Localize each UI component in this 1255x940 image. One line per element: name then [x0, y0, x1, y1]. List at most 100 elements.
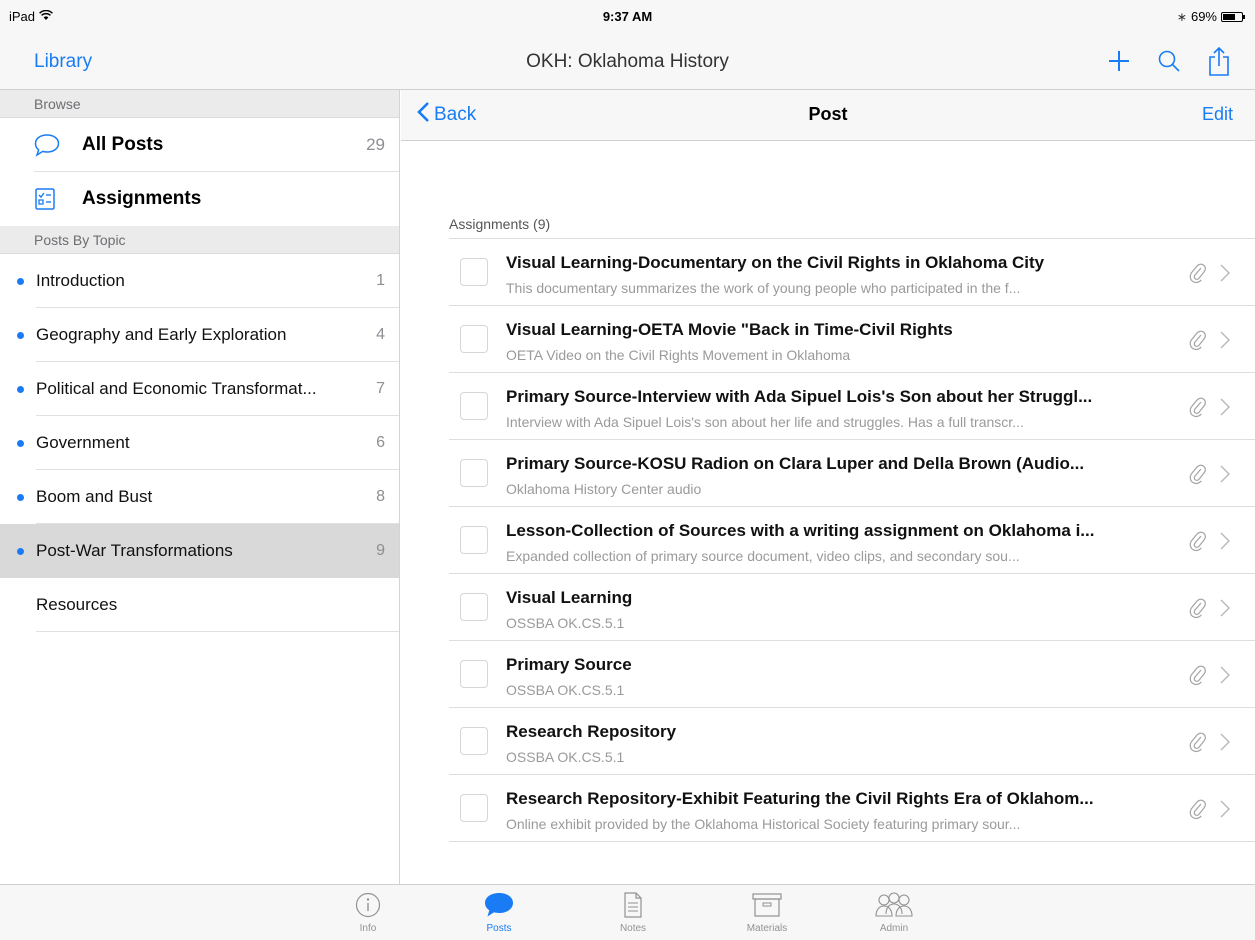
topic-count: 7 [376, 380, 385, 397]
assignment-subtitle: OSSBA OK.CS.5.1 [506, 615, 625, 631]
assignment-row[interactable]: Visual Learning-Documentary on the Civil… [449, 239, 1255, 306]
browse-header: Browse [0, 90, 399, 118]
topic-label: Government [36, 433, 130, 452]
assignment-title: Primary Source [506, 655, 632, 674]
chevron-right-icon [1219, 464, 1231, 484]
battery-fill [1223, 13, 1236, 20]
topic-count: 6 [376, 434, 385, 451]
status-bar: iPad 9:37 AM ∗ 69% [0, 0, 1255, 34]
sidebar-item-assignments[interactable]: Assignments [0, 172, 399, 226]
paperclip-icon [1189, 329, 1207, 351]
assignment-checkbox[interactable] [460, 794, 488, 822]
search-icon[interactable] [1153, 44, 1185, 78]
tab-label: Info [359, 923, 377, 934]
paperclip-icon [1189, 597, 1207, 619]
tab-bar: Info Posts Notes Materials Admin [0, 884, 1255, 940]
assignment-checkbox[interactable] [460, 660, 488, 688]
assignment-row[interactable]: Research Repository-Exhibit Featuring th… [449, 775, 1255, 842]
tab-notes[interactable]: Notes [593, 889, 673, 934]
sidebar: Browse All Posts 29 Assignments Posts By… [0, 90, 400, 884]
assignment-row[interactable]: Research Repository OSSBA OK.CS.5.1 [449, 708, 1255, 775]
assignment-subtitle: OSSBA OK.CS.5.1 [506, 749, 625, 765]
topic-dot [17, 439, 24, 447]
paperclip-icon [1189, 798, 1207, 820]
back-button[interactable]: Back [417, 101, 476, 129]
assignment-title: Primary Source-KOSU Radion on Clara Lupe… [506, 454, 1085, 473]
assignment-row[interactable]: Visual Learning-OETA Movie "Back in Time… [449, 306, 1255, 373]
assignment-title: Research Repository-Exhibit Featuring th… [506, 789, 1094, 808]
assignment-row[interactable]: Primary Source-Interview with Ada Sipuel… [449, 373, 1255, 440]
assignment-row[interactable]: Primary Source-KOSU Radion on Clara Lupe… [449, 440, 1255, 507]
tab-label: Materials [746, 923, 788, 934]
library-button[interactable]: Library [34, 51, 92, 73]
assignments-heading: Assignments (9) [449, 216, 551, 232]
tab-label: Posts [486, 923, 512, 934]
course-title: OKH: Oklahoma History [526, 51, 729, 72]
assignment-title: Visual Learning-Documentary on the Civil… [506, 253, 1045, 272]
assignment-subtitle: This documentary summarizes the work of … [506, 280, 1021, 296]
assignment-subtitle: OETA Video on the Civil Rights Movement … [506, 347, 851, 363]
chevron-right-icon [1219, 531, 1231, 551]
assignment-row[interactable]: Primary Source OSSBA OK.CS.5.1 [449, 641, 1255, 708]
add-icon[interactable] [1103, 44, 1135, 78]
tab-info[interactable]: Info [328, 889, 408, 934]
edit-button[interactable]: Edit [1202, 104, 1233, 125]
assignment-checkbox[interactable] [460, 526, 488, 554]
sidebar-item-post-war[interactable]: Post-War Transformations 9 [0, 524, 399, 578]
assignment-row[interactable]: Lesson-Collection of Sources with a writ… [449, 507, 1255, 574]
assignment-checkbox[interactable] [460, 459, 488, 487]
topic-label: Boom and Bust [36, 487, 153, 506]
sidebar-item-all-posts[interactable]: All Posts 29 [0, 118, 399, 172]
topic-dot [17, 493, 24, 501]
chevron-left-icon [417, 101, 430, 129]
status-right: ∗ 69% [1177, 9, 1245, 24]
topic-label: Resources [36, 595, 118, 614]
assignment-checkbox[interactable] [460, 593, 488, 621]
topic-count: 9 [376, 542, 385, 559]
nav-actions [1103, 44, 1235, 78]
assignment-title: Primary Source-Interview with Ada Sipuel… [506, 387, 1093, 406]
sidebar-item-introduction[interactable]: Introduction 1 [0, 254, 399, 308]
assignment-checkbox[interactable] [460, 325, 488, 353]
assignment-subtitle: Online exhibit provided by the Oklahoma … [506, 816, 1021, 832]
assignment-row[interactable]: Visual Learning OSSBA OK.CS.5.1 [449, 574, 1255, 641]
topic-dot [17, 277, 24, 285]
assignment-title: Research Repository [506, 722, 677, 741]
sidebar-item-boom-bust[interactable]: Boom and Bust 8 [0, 470, 399, 524]
sidebar-item-geography[interactable]: Geography and Early Exploration 4 [0, 308, 399, 362]
navigation-bar: Library OKH: Oklahoma History [0, 34, 1255, 90]
topic-dot [17, 331, 24, 339]
assignment-title: Lesson-Collection of Sources with a writ… [506, 521, 1095, 540]
paperclip-icon [1189, 463, 1207, 485]
all-posts-count: 29 [366, 135, 385, 154]
topic-label: Political and Economic Transformat... [36, 379, 317, 398]
speech-bubble-icon [459, 889, 539, 921]
assignment-title: Visual Learning-OETA Movie "Back in Time… [506, 320, 953, 339]
tab-materials[interactable]: Materials [727, 889, 807, 934]
assignment-checkbox[interactable] [460, 727, 488, 755]
share-icon[interactable] [1203, 44, 1235, 78]
speech-bubble-icon [34, 133, 60, 157]
assignment-checkbox[interactable] [460, 392, 488, 420]
chevron-right-icon [1219, 799, 1231, 819]
archive-box-icon [727, 889, 807, 921]
sidebar-item-government[interactable]: Government 6 [0, 416, 399, 470]
chevron-right-icon [1219, 598, 1231, 618]
assignments-list: Visual Learning-Documentary on the Civil… [449, 238, 1255, 842]
chevron-right-icon [1219, 397, 1231, 417]
detail-header: Back Post Edit [401, 90, 1255, 141]
document-icon [593, 889, 673, 921]
status-time: 9:37 AM [602, 9, 653, 24]
assignment-title: Visual Learning [506, 588, 633, 607]
topic-count: 4 [376, 326, 385, 343]
topic-count: 8 [376, 488, 385, 505]
tab-admin[interactable]: Admin [854, 889, 934, 934]
assignment-subtitle: Oklahoma History Center audio [506, 481, 702, 497]
assignment-checkbox[interactable] [460, 258, 488, 286]
assignment-subtitle: Expanded collection of primary source do… [506, 548, 1020, 564]
info-icon [328, 889, 408, 921]
sidebar-item-political-economic[interactable]: Political and Economic Transformat... 7 [0, 362, 399, 416]
sidebar-item-resources[interactable]: Resources [0, 578, 399, 632]
tab-posts[interactable]: Posts [459, 889, 539, 934]
paperclip-icon [1189, 396, 1207, 418]
